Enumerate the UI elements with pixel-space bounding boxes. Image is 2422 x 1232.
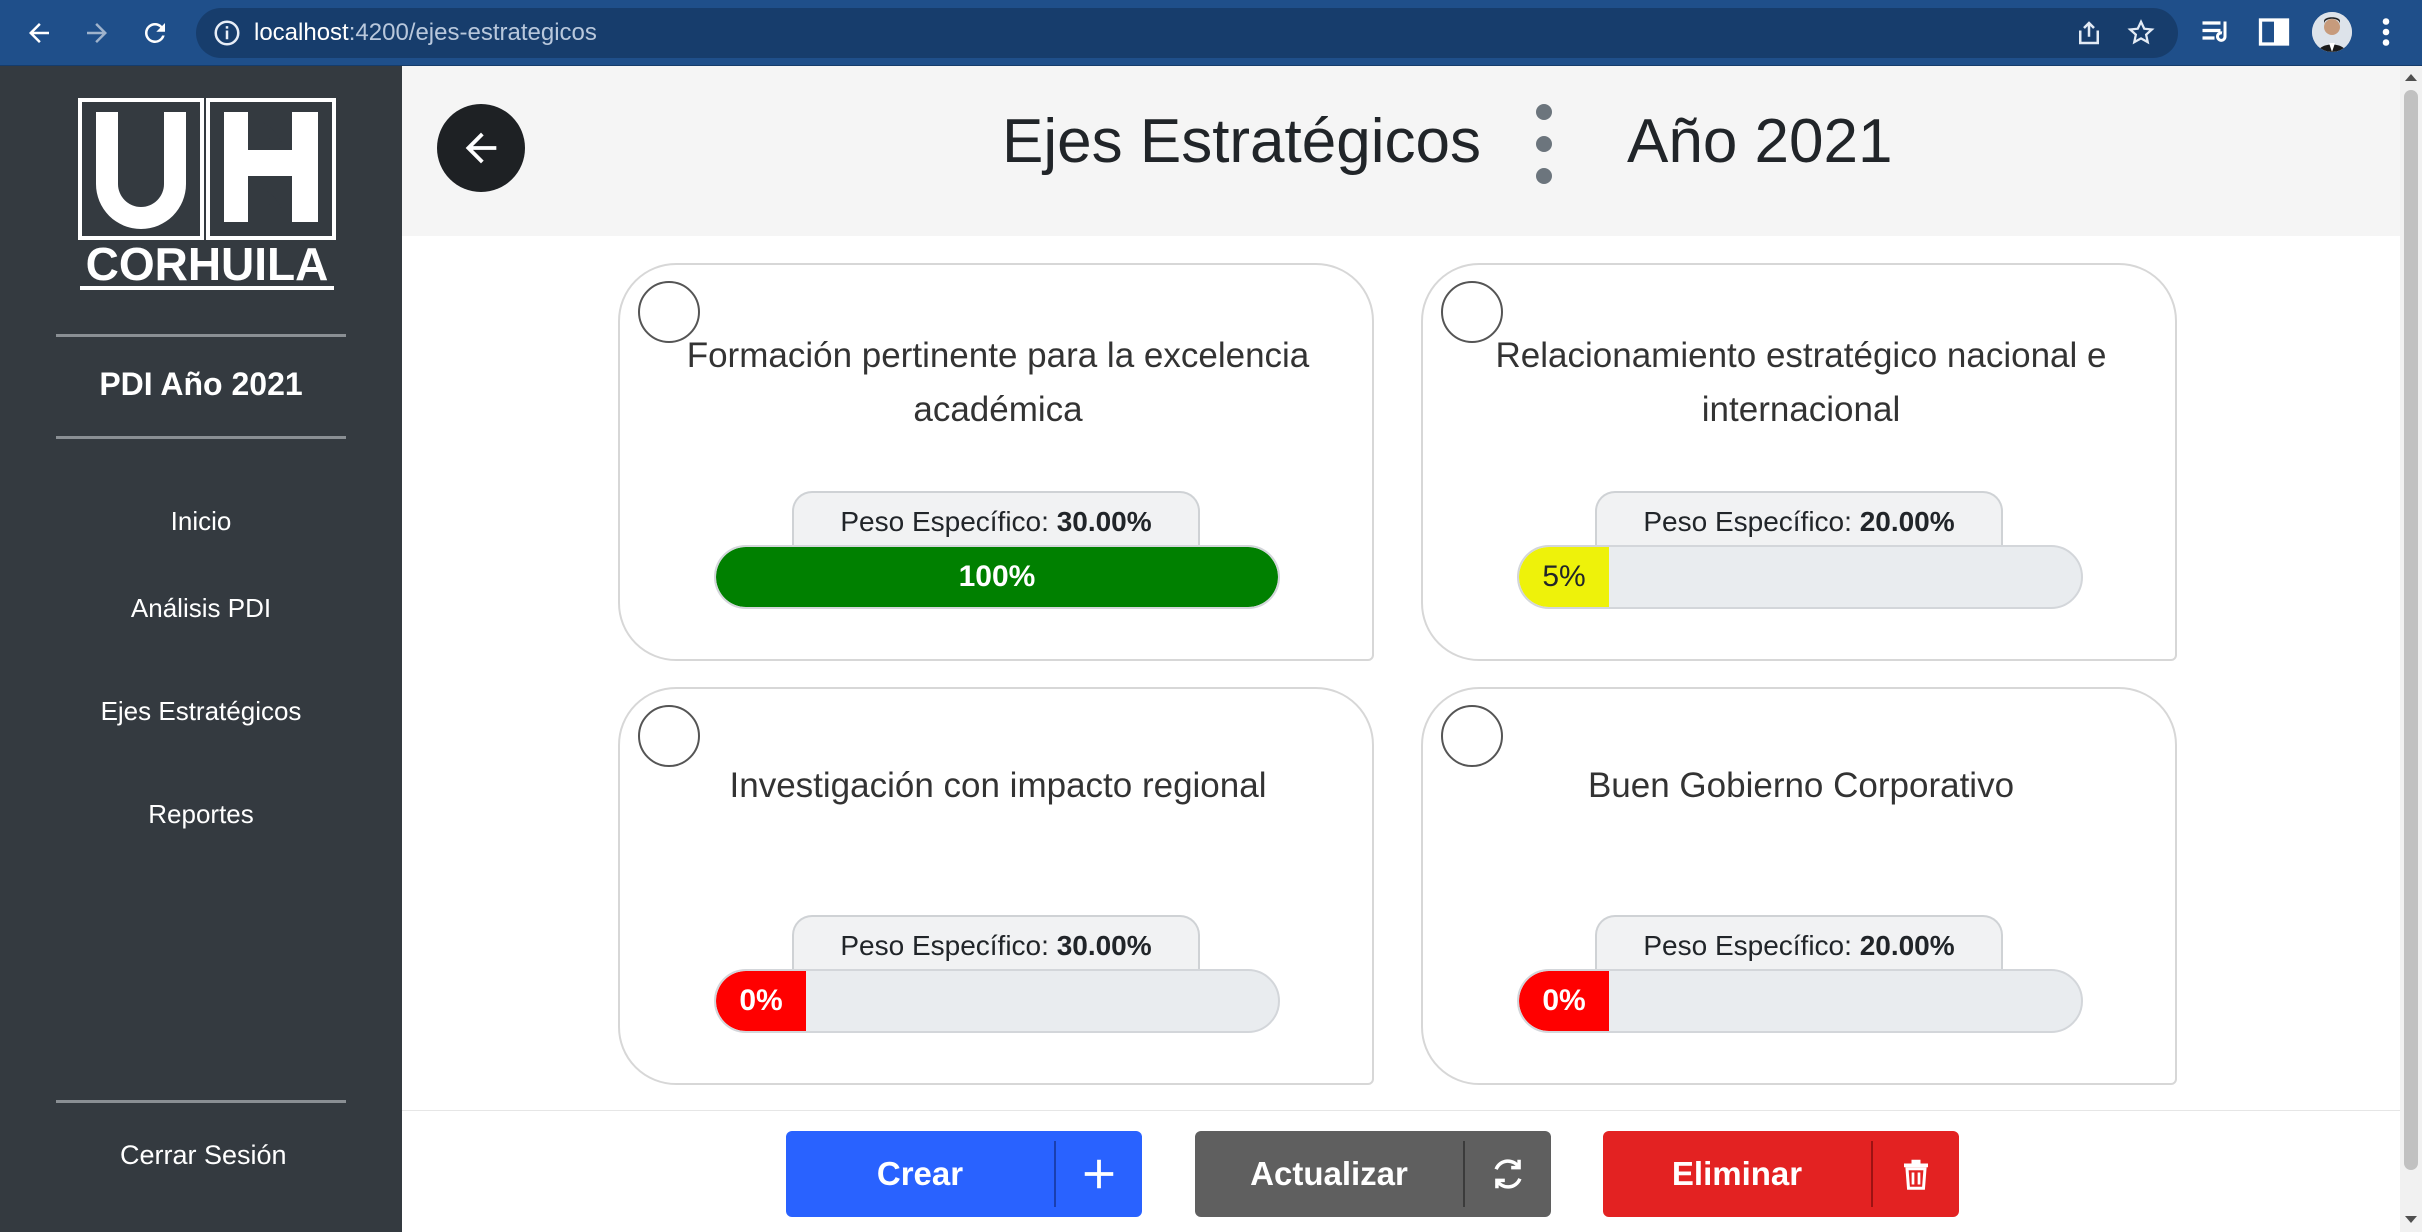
axis-card[interactable]: Relacionamiento estratégico nacional e i… — [1421, 263, 2177, 661]
vertical-dots-icon — [1536, 104, 1552, 184]
sidebar-item-analisis-pdi[interactable]: Análisis PDI — [0, 593, 402, 624]
side-panel-icon[interactable] — [2256, 14, 2292, 50]
profile-avatar[interactable] — [2312, 12, 2352, 52]
browser-toolbar: localhost:4200/ejes-estrategicos — [0, 0, 2422, 66]
delete-button[interactable]: Eliminar — [1603, 1131, 1959, 1217]
star-icon[interactable] — [2126, 18, 2156, 48]
corhuila-logo: CORHUILA — [78, 98, 336, 292]
more-vert-icon[interactable] — [2368, 14, 2404, 50]
share-icon[interactable] — [2074, 18, 2104, 48]
sidebar-divider — [56, 334, 346, 337]
logout-link[interactable]: Cerrar Sesión — [120, 1140, 287, 1171]
update-label: Actualizar — [1250, 1155, 1408, 1192]
sidebar-divider — [56, 436, 346, 439]
sidebar: CORHUILA PDI Año 2021 Inicio Análisis PD… — [0, 66, 402, 1232]
progress-fill: 0% — [716, 971, 806, 1031]
reading-list-icon[interactable] — [2198, 14, 2234, 50]
address-bar[interactable]: localhost:4200/ejes-estrategicos — [196, 8, 2178, 58]
arrow-left-icon — [465, 132, 497, 164]
trash-icon — [1873, 1156, 1959, 1192]
create-label: Crear — [876, 1155, 964, 1192]
info-icon[interactable] — [212, 18, 242, 48]
svg-text:CORHUILA: CORHUILA — [86, 238, 329, 290]
plus-icon — [1056, 1155, 1142, 1193]
weight-label: Peso Específico: 30.00% — [792, 491, 1200, 553]
axis-card[interactable]: Buen Gobierno Corporativo Peso Específic… — [1421, 687, 2177, 1085]
select-radio[interactable] — [638, 705, 700, 767]
progress-bar: 100% — [714, 545, 1280, 609]
sidebar-divider — [56, 1100, 346, 1103]
progress-fill: 100% — [716, 547, 1278, 607]
action-bar: Crear Actualizar Eliminar — [402, 1110, 2400, 1232]
page-header: Ejes Estratégicos Año 2021 — [402, 66, 2400, 236]
update-button[interactable]: Actualizar — [1195, 1131, 1551, 1217]
axis-card[interactable]: Formación pertinente para la excelencia … — [618, 263, 1374, 661]
scroll-thumb[interactable] — [2404, 90, 2418, 1170]
progress-bar: 0% — [714, 969, 1280, 1033]
back-nav-icon[interactable] — [18, 12, 60, 54]
axis-title: Investigación con impacto regional — [729, 766, 1267, 805]
sidebar-item-reportes[interactable]: Reportes — [0, 799, 402, 830]
progress-bar: 0% — [1517, 969, 2083, 1033]
reload-icon[interactable] — [134, 12, 176, 54]
scroll-down-icon[interactable] — [2405, 1216, 2417, 1223]
select-radio[interactable] — [1441, 705, 1503, 767]
sidebar-item-inicio[interactable]: Inicio — [0, 506, 402, 537]
axis-title: Buen Gobierno Corporativo — [1587, 766, 2015, 805]
page-scrollbar[interactable] — [2400, 66, 2422, 1232]
progress-fill: 0% — [1519, 971, 1609, 1031]
create-button[interactable]: Crear — [786, 1131, 1142, 1217]
weight-label: Peso Específico: 20.00% — [1595, 491, 2003, 553]
page-title: Ejes Estratégicos — [1002, 107, 1481, 176]
weight-label: Peso Específico: 20.00% — [1595, 915, 2003, 977]
axis-title: Relacionamiento estratégico nacional e i… — [1495, 336, 2107, 429]
scroll-up-icon[interactable] — [2405, 74, 2417, 81]
forward-nav-icon[interactable] — [76, 12, 118, 54]
progress-fill: 5% — [1519, 547, 1609, 607]
axis-title: Formación pertinente para la excelencia … — [686, 336, 1310, 429]
sync-icon — [1465, 1155, 1551, 1193]
delete-label: Eliminar — [1671, 1155, 1803, 1192]
progress-bar: 5% — [1517, 545, 2083, 609]
weight-label: Peso Específico: 30.00% — [792, 915, 1200, 977]
axis-card[interactable]: Investigación con impacto regional Peso … — [618, 687, 1374, 1085]
url-text: localhost:4200/ejes-estrategicos — [254, 19, 597, 46]
back-button[interactable] — [437, 104, 525, 192]
sidebar-item-ejes-estrategicos[interactable]: Ejes Estratégicos — [0, 696, 402, 727]
year-title: Año 2021 — [1627, 107, 1893, 176]
sidebar-title: PDI Año 2021 — [99, 366, 303, 402]
